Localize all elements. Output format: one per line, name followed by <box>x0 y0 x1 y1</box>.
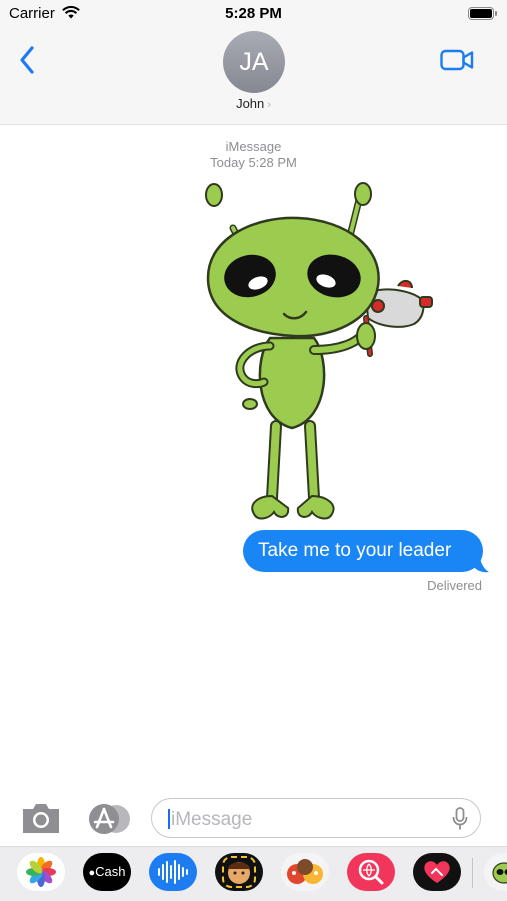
digital-touch-icon[interactable] <box>413 853 461 891</box>
audio-message-icon[interactable] <box>149 853 197 891</box>
alien-sticker[interactable] <box>198 178 438 528</box>
alien-sticker-app-icon[interactable] <box>484 853 507 891</box>
photos-icon[interactable] <box>17 853 65 891</box>
contact-avatar[interactable]: JA <box>223 31 285 93</box>
camera-icon[interactable] <box>20 800 62 836</box>
contact-name-button[interactable]: John› <box>0 96 507 111</box>
back-chevron-icon[interactable] <box>18 45 38 75</box>
app-drawer-divider <box>472 858 473 888</box>
chevron-right-icon: › <box>267 99 271 111</box>
outgoing-message-bubble[interactable]: Take me to your leader <box>243 530 483 572</box>
apple-cash-icon[interactable]: ●Cash <box>83 853 131 891</box>
message-timestamp: Today 5:28 PM <box>0 155 507 170</box>
battery-icon <box>468 7 498 20</box>
delivery-status: Delivered <box>427 578 482 593</box>
animoji-icon[interactable] <box>281 853 329 891</box>
status-time: 5:28 PM <box>0 5 507 22</box>
message-text: Take me to your leader <box>258 540 451 561</box>
avatar-initials: JA <box>239 48 268 76</box>
memoji-icon[interactable] <box>215 853 263 891</box>
microphone-icon[interactable] <box>452 807 468 831</box>
status-bar: Carrier 5:28 PM <box>0 0 507 28</box>
message-placeholder: iMessage <box>171 809 252 831</box>
search-images-icon[interactable] <box>347 853 395 891</box>
facetime-video-icon[interactable] <box>440 48 474 72</box>
bubble-tail <box>474 555 490 573</box>
conversation-header: JA John› <box>0 28 507 125</box>
app-store-icon[interactable] <box>86 803 132 835</box>
cash-label: Cash <box>95 864 125 879</box>
message-service-label: iMessage <box>0 139 507 154</box>
app-drawer: ●Cash <box>0 846 507 901</box>
message-input-field[interactable]: iMessage <box>151 798 481 838</box>
text-caret <box>168 809 170 829</box>
contact-name: John <box>236 96 264 111</box>
